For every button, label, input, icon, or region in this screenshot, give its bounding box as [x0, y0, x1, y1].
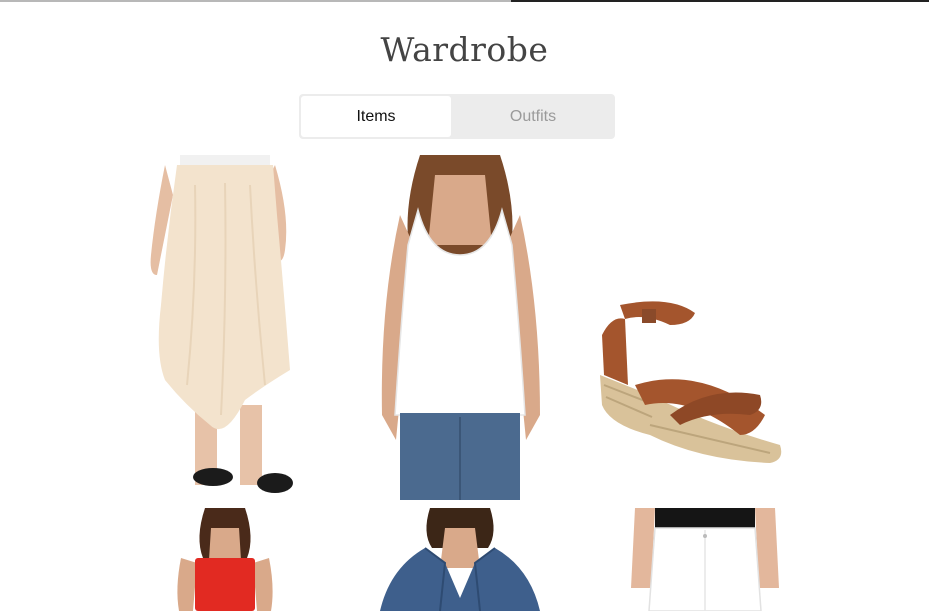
white-jeans-image: [631, 508, 779, 611]
item-card-tank-top[interactable]: [370, 155, 550, 500]
tab-switcher: Items Outfits: [299, 94, 615, 139]
item-card-sandal[interactable]: [590, 285, 790, 475]
denim-jacket-image: [380, 508, 540, 611]
progress-bar-indicator: [510, 0, 929, 2]
tab-outfits[interactable]: Outfits: [453, 96, 613, 137]
item-card-skirt[interactable]: [125, 155, 325, 500]
progress-bar-fill: [0, 0, 511, 2]
sandal-image: [600, 301, 782, 463]
tank-top-image: [381, 155, 540, 500]
item-card-denim-jacket[interactable]: [370, 508, 550, 611]
item-card-red-top[interactable]: [175, 508, 275, 611]
tab-items[interactable]: Items: [301, 96, 451, 137]
page-title: Wardrobe: [380, 30, 549, 69]
red-top-image: [177, 508, 273, 611]
item-card-white-jeans[interactable]: [625, 508, 785, 611]
skirt-image: [150, 155, 293, 493]
progress-bar: [0, 0, 929, 2]
